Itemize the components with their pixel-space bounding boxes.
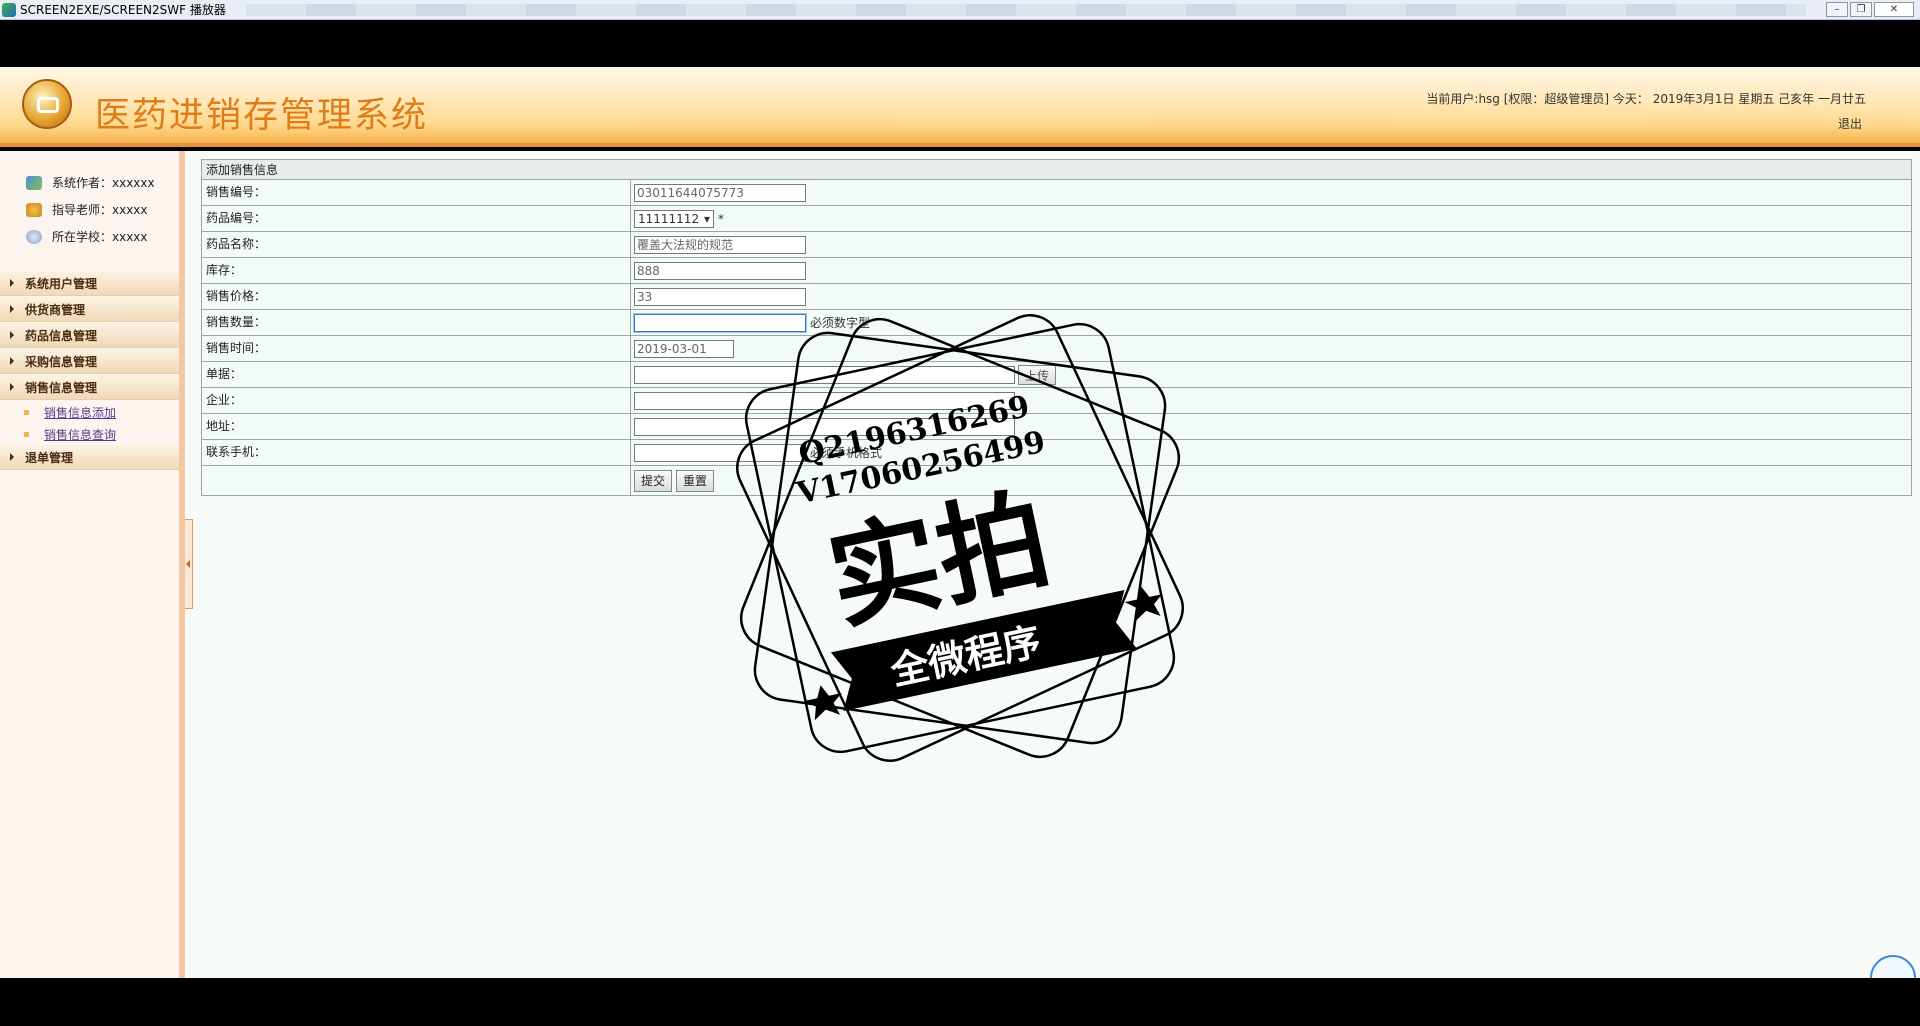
field-label: 企业：: [202, 388, 631, 413]
letterbox-top: [0, 20, 1920, 67]
menu-suppliers[interactable]: 供货商管理: [0, 297, 179, 322]
school-row: 所在学校：xxxxx: [26, 223, 179, 250]
form-row-address: 地址：: [202, 414, 1911, 440]
taskbar-blur: [245, 3, 1806, 16]
phone-input[interactable]: [634, 443, 806, 462]
add-sale-form: 添加销售信息 销售编号： 药品编号： 11111112▾ * 药品名称： 库存：: [201, 159, 1912, 496]
form-row-sale-time: 销售时间：: [202, 336, 1911, 362]
form-row-actions: 提交 重置: [202, 466, 1911, 495]
form-row-company: 企业：: [202, 388, 1911, 414]
form-row-price: 销售价格：: [202, 284, 1911, 310]
required-mark: *: [718, 211, 724, 226]
user-info: 当前用户:hsg [权限：超级管理员] 今天： 2019年3月1日 星期五 己亥…: [1426, 92, 1866, 106]
menu-drug-info[interactable]: 药品信息管理: [0, 323, 179, 348]
quantity-input[interactable]: [634, 313, 806, 332]
bullet-icon: [24, 409, 29, 415]
teacher-label: 指导老师：xxxxx: [52, 203, 148, 217]
player-title-bar: SCREEN2EXE/SCREEN2SWF 播放器 – ❐ ✕: [0, 0, 1920, 20]
submenu-link[interactable]: 销售信息添加: [44, 404, 116, 421]
logout-link[interactable]: 退出: [1838, 115, 1862, 132]
submenu-link[interactable]: 销售信息查询: [44, 426, 116, 443]
menu-sales-info[interactable]: 销售信息管理: [0, 375, 179, 400]
bullet-icon: [24, 431, 29, 437]
teacher-icon: [26, 202, 42, 217]
menu-system-users[interactable]: 系统用户管理: [0, 271, 179, 296]
form-row-receipt: 单据： 上传: [202, 362, 1911, 388]
quantity-hint: 必须数字型: [810, 316, 871, 330]
player-title: SCREEN2EXE/SCREEN2SWF 播放器: [20, 3, 226, 17]
app-window: SCREEN2EXE/SCREEN2SWF 播放器 – ❐ ✕ 医药进销存管理系…: [0, 0, 1920, 1026]
form-row-sale-no: 销售编号：: [202, 180, 1911, 206]
phone-hint: 必须手机格式: [810, 446, 883, 460]
sidebar: 系统作者：xxxxxx 指导老师：xxxxx 所在学校：xxxxx 系统用户管理…: [0, 151, 185, 978]
sidebar-collapse-handle[interactable]: [185, 519, 193, 609]
drug-no-value: 11111112: [638, 211, 700, 226]
sale-no-input[interactable]: [634, 183, 806, 202]
app-header: 医药进销存管理系统 当前用户:hsg [权限：超级管理员] 今天： 2019年3…: [0, 67, 1920, 147]
menu-returns[interactable]: 退单管理: [0, 445, 179, 470]
stock-input[interactable]: [634, 261, 806, 280]
upload-button[interactable]: 上传: [1018, 364, 1057, 385]
window-controls: – ❐ ✕: [1826, 2, 1914, 17]
submenu-sales-add[interactable]: 销售信息添加: [0, 401, 179, 423]
expand-triangle-icon: [10, 331, 14, 339]
field-label: 单据：: [202, 362, 631, 387]
field-label: 药品名称：: [202, 232, 631, 257]
menu-purchase-info[interactable]: 采购信息管理: [0, 349, 179, 374]
field-label: 销售数量：: [202, 310, 631, 335]
field-label: 销售编号：: [202, 180, 631, 205]
sidebar-info: 系统作者：xxxxxx 指导老师：xxxxx 所在学校：xxxxx: [0, 151, 179, 250]
field-label: 地址：: [202, 414, 631, 439]
menu-label: 销售信息管理: [25, 380, 98, 395]
close-button[interactable]: ✕: [1874, 2, 1914, 17]
field-label: 销售价格：: [202, 284, 631, 309]
minimize-button[interactable]: –: [1826, 2, 1848, 17]
expand-triangle-icon: [10, 453, 14, 461]
price-input[interactable]: [634, 287, 806, 306]
teacher-row: 指导老师：xxxxx: [26, 196, 179, 223]
menu-label: 系统用户管理: [25, 276, 98, 291]
menu-label: 退单管理: [25, 450, 74, 465]
field-label: 销售时间：: [202, 336, 631, 361]
menu-label: 药品信息管理: [25, 328, 98, 343]
reset-button[interactable]: 重置: [676, 469, 715, 492]
author-row: 系统作者：xxxxxx: [26, 169, 179, 196]
field-label: 库存：: [202, 258, 631, 283]
form-row-quantity: 销售数量： 必须数字型: [202, 310, 1911, 336]
expand-triangle-icon: [10, 383, 14, 391]
expand-triangle-icon: [10, 279, 14, 287]
menu-label: 供货商管理: [25, 302, 86, 317]
submit-button[interactable]: 提交: [634, 469, 673, 492]
author-label: 系统作者：xxxxxx: [52, 176, 155, 190]
form-row-stock: 库存：: [202, 258, 1911, 284]
sidebar-menu: 系统用户管理 供货商管理 药品信息管理 采购信息管理 销售信息管理 销售信息添加…: [0, 271, 179, 470]
drug-name-input[interactable]: [634, 235, 806, 254]
expand-triangle-icon: [10, 357, 14, 365]
company-input[interactable]: [634, 391, 1015, 410]
author-icon: [26, 175, 42, 190]
receipt-input[interactable]: [634, 365, 1015, 384]
expand-triangle-icon: [10, 305, 14, 313]
system-title: 医药进销存管理系统: [95, 96, 429, 136]
field-label: 联系手机：: [202, 440, 631, 465]
address-input[interactable]: [634, 417, 1015, 436]
empty-label: [202, 466, 631, 495]
player-logo-icon: [2, 2, 16, 17]
form-row-phone: 联系手机： 必须手机格式: [202, 440, 1911, 466]
main-area: 系统作者：xxxxxx 指导老师：xxxxx 所在学校：xxxxx 系统用户管理…: [0, 151, 1920, 978]
logo-badge-icon: [22, 79, 72, 129]
maximize-button[interactable]: ❐: [1850, 2, 1872, 17]
field-label: 药品编号：: [202, 206, 631, 231]
sale-time-input[interactable]: [634, 339, 734, 358]
submenu-sales-query[interactable]: 销售信息查询: [0, 423, 179, 445]
drug-no-select[interactable]: 11111112 ▾: [634, 209, 714, 228]
letterbox-bottom: [0, 978, 1920, 1026]
chevron-down-icon: ▾: [703, 211, 710, 226]
menu-label: 采购信息管理: [25, 354, 98, 369]
school-label: 所在学校：xxxxx: [52, 230, 148, 244]
form-caption: 添加销售信息: [202, 160, 1911, 180]
form-row-drug-no: 药品编号： 11111112 ▾ *: [202, 206, 1911, 232]
form-row-drug-name: 药品名称：: [202, 232, 1911, 258]
school-icon: [26, 229, 42, 244]
